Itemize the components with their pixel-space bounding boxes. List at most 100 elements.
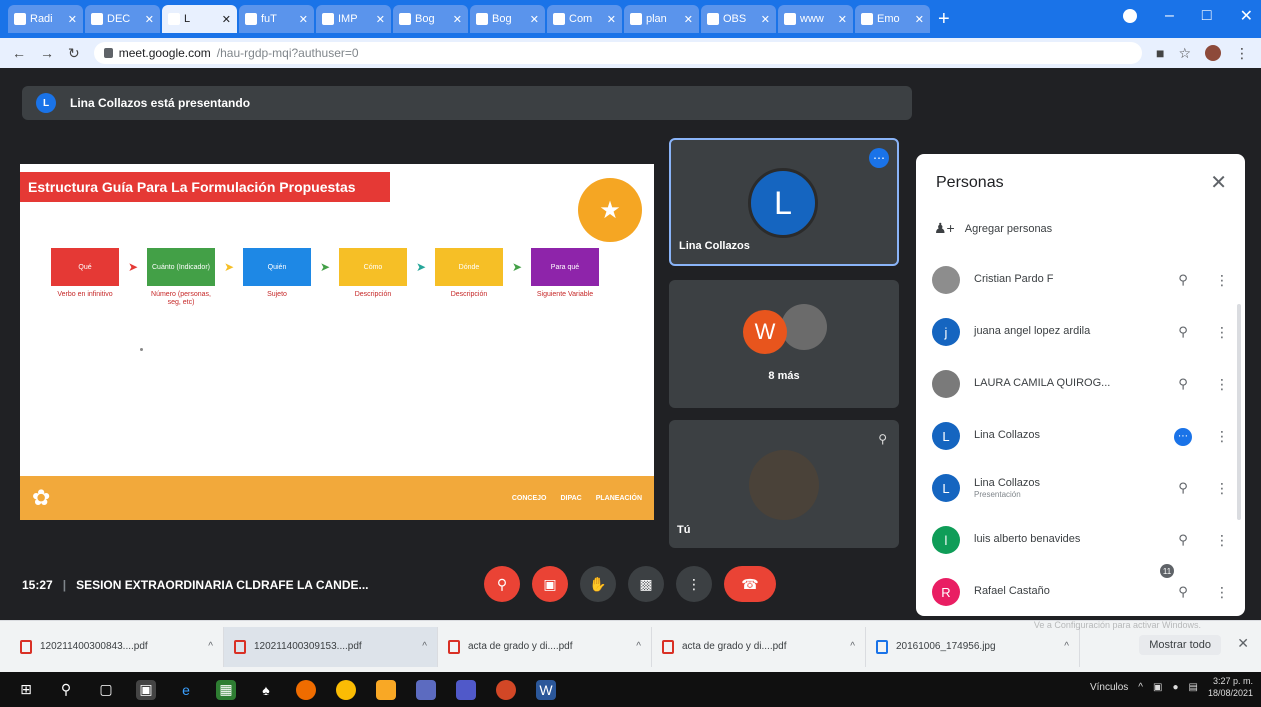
participant-row[interactable]: j juana angel lopez ardila ⚲ ⋮ xyxy=(932,306,1232,358)
browser-tab[interactable]: fuT ✕ xyxy=(239,5,314,33)
close-tab-icon[interactable]: ✕ xyxy=(915,13,924,26)
browser-tab[interactable]: Bog ✕ xyxy=(393,5,468,33)
powerpoint-icon[interactable] xyxy=(496,679,516,700)
show-all-downloads-button[interactable]: Mostrar todo xyxy=(1139,635,1221,655)
menu-icon[interactable]: ⋮ xyxy=(1235,45,1249,62)
bookmark-star-icon[interactable]: ☆ xyxy=(1178,45,1191,62)
participant-mic-status[interactable]: ⚲ xyxy=(1168,532,1198,548)
battery-icon[interactable]: ▣ xyxy=(1153,682,1162,693)
chevron-up-icon[interactable]: ^ xyxy=(208,641,213,652)
notification-icon[interactable]: ▤ xyxy=(1189,682,1198,693)
present-screen-button[interactable]: ▩ xyxy=(628,566,664,602)
close-tab-icon[interactable]: ✕ xyxy=(222,13,231,26)
photos-icon[interactable]: ▦ xyxy=(216,679,236,700)
browser-tab[interactable]: OBS ✕ xyxy=(701,5,776,33)
download-item[interactable]: acta de grado y di....pdf ^ xyxy=(652,626,866,667)
edge-icon[interactable]: e xyxy=(176,680,196,700)
participant-mic-status[interactable]: ⚲ xyxy=(1168,376,1198,392)
browser-tab[interactable]: L ✕ xyxy=(162,5,237,33)
participant-more-icon[interactable]: ⋮ xyxy=(1212,324,1232,341)
record-icon[interactable] xyxy=(1123,9,1138,23)
participant-more-icon[interactable]: ⋮ xyxy=(1212,532,1232,549)
participant-row[interactable]: Cristian Pardo F ⚲ ⋮ xyxy=(932,254,1232,306)
search-icon[interactable]: ⚲ xyxy=(56,680,76,700)
download-item[interactable]: 120211400309153....pdf ^ xyxy=(224,626,438,667)
close-tab-icon[interactable]: ✕ xyxy=(453,13,462,26)
participant-tile-self[interactable]: ⚲ Tú xyxy=(669,420,899,548)
firefox-icon[interactable] xyxy=(296,679,316,700)
mic-off-button[interactable]: ⚲ xyxy=(484,566,520,602)
close-tab-icon[interactable]: ✕ xyxy=(376,13,385,26)
chevron-up-icon[interactable]: ^ xyxy=(636,641,641,652)
browser-tab[interactable]: www ✕ xyxy=(778,5,853,33)
close-tab-icon[interactable]: ✕ xyxy=(530,13,539,26)
back-icon[interactable]: ← xyxy=(12,45,26,61)
maximize-button[interactable]: □ xyxy=(1202,7,1212,25)
browser-tab[interactable]: Com ✕ xyxy=(547,5,622,33)
links-toolbar[interactable]: Vínculos xyxy=(1090,682,1128,693)
browser-tab[interactable]: plan ✕ xyxy=(624,5,699,33)
people-scrollbar[interactable] xyxy=(1237,304,1241,520)
chrome-icon[interactable] xyxy=(336,679,356,700)
participant-row[interactable]: L Lina Collazos Presentación ⚲ ⋮ xyxy=(932,462,1232,514)
participant-mic-status[interactable]: ⚲ xyxy=(1168,480,1198,496)
store-icon[interactable]: ▣ xyxy=(136,679,156,700)
browser-tab[interactable]: Emo ✕ xyxy=(855,5,930,33)
participant-more-icon[interactable]: ⋮ xyxy=(1212,428,1232,445)
chevron-up-icon[interactable]: ^ xyxy=(1064,641,1069,652)
participant-tile-more[interactable]: W 8 más xyxy=(669,280,899,408)
leave-call-button[interactable]: ☎ xyxy=(724,566,776,602)
participant-more-icon[interactable]: ⋮ xyxy=(1212,480,1232,497)
camera-off-button[interactable]: ▣ xyxy=(532,566,568,602)
browser-tab[interactable]: Bog ✕ xyxy=(470,5,545,33)
raise-hand-button[interactable]: ✋ xyxy=(580,566,616,602)
url-input[interactable]: meet.google.com/hau-rgdp-mqi?authuser=0 xyxy=(93,42,1142,64)
forward-icon[interactable]: → xyxy=(40,45,54,61)
profile-avatar[interactable] xyxy=(1205,45,1221,61)
download-item[interactable]: acta de grado y di....pdf ^ xyxy=(438,626,652,667)
participant-mic-status[interactable]: ⋯ xyxy=(1168,427,1198,446)
participant-tile-lina[interactable]: ⋯ L Lina Collazos xyxy=(669,138,899,266)
close-tab-icon[interactable]: ✕ xyxy=(684,13,693,26)
network-icon[interactable]: ● xyxy=(1172,682,1178,693)
browser-tab[interactable]: Radi ✕ xyxy=(8,5,83,33)
browser-tab[interactable]: IMP ✕ xyxy=(316,5,391,33)
participant-more-icon[interactable]: ⋮ xyxy=(1212,376,1232,393)
close-tab-icon[interactable]: ✕ xyxy=(838,13,847,26)
task-view-icon[interactable]: ▢ xyxy=(96,680,116,700)
new-tab-button[interactable]: + xyxy=(938,8,950,31)
close-tab-icon[interactable]: ✕ xyxy=(761,13,770,26)
participant-mic-status[interactable]: ⚲ xyxy=(1168,272,1198,288)
close-tab-icon[interactable]: ✕ xyxy=(145,13,154,26)
app-icon[interactable]: ♠ xyxy=(256,680,276,700)
browser-tab[interactable]: DEC ✕ xyxy=(85,5,160,33)
chat-icon[interactable]: ▤ xyxy=(1190,574,1205,594)
close-shelf-icon[interactable]: ✕ xyxy=(1237,635,1249,652)
photo-app-icon[interactable] xyxy=(416,679,436,700)
windows-start-icon[interactable]: ⊞ xyxy=(16,680,36,700)
teams-icon[interactable] xyxy=(456,679,476,700)
people-button[interactable]: ♟ 11 xyxy=(1154,564,1175,594)
download-item[interactable]: 120211400300843....pdf ^ xyxy=(10,626,224,667)
info-icon[interactable]: ⓘ xyxy=(1116,572,1132,596)
chevron-up-icon[interactable]: ^ xyxy=(422,641,427,652)
add-people-button[interactable]: ♟+ Agregar personas xyxy=(934,220,1052,237)
reload-icon[interactable]: ↻ xyxy=(68,45,80,62)
activities-icon[interactable]: ▲ xyxy=(1227,575,1243,593)
participant-mic-status[interactable]: ⚲ xyxy=(1168,324,1198,340)
minimize-button[interactable]: – xyxy=(1165,7,1174,25)
word-icon[interactable]: W xyxy=(536,679,556,700)
chevron-up-icon[interactable]: ^ xyxy=(1138,682,1143,693)
close-window-button[interactable]: ✕ xyxy=(1240,6,1253,26)
folder-icon[interactable] xyxy=(376,679,396,700)
more-options-button[interactable]: ⋮ xyxy=(676,566,712,602)
taskbar-clock[interactable]: 3:27 p. m. 18/08/2021 xyxy=(1208,676,1253,699)
participant-more-icon[interactable]: ⋮ xyxy=(1212,272,1232,289)
close-tab-icon[interactable]: ✕ xyxy=(299,13,308,26)
participant-row[interactable]: LAURA CAMILA QUIROG... ⚲ ⋮ xyxy=(932,358,1232,410)
close-icon[interactable]: ✕ xyxy=(1210,170,1227,195)
camera-icon[interactable]: ■ xyxy=(1156,45,1164,61)
participant-row[interactable]: L Lina Collazos ⋯ ⋮ xyxy=(932,410,1232,462)
close-tab-icon[interactable]: ✕ xyxy=(607,13,616,26)
download-item[interactable]: 20161006_174956.jpg ^ xyxy=(866,626,1080,667)
